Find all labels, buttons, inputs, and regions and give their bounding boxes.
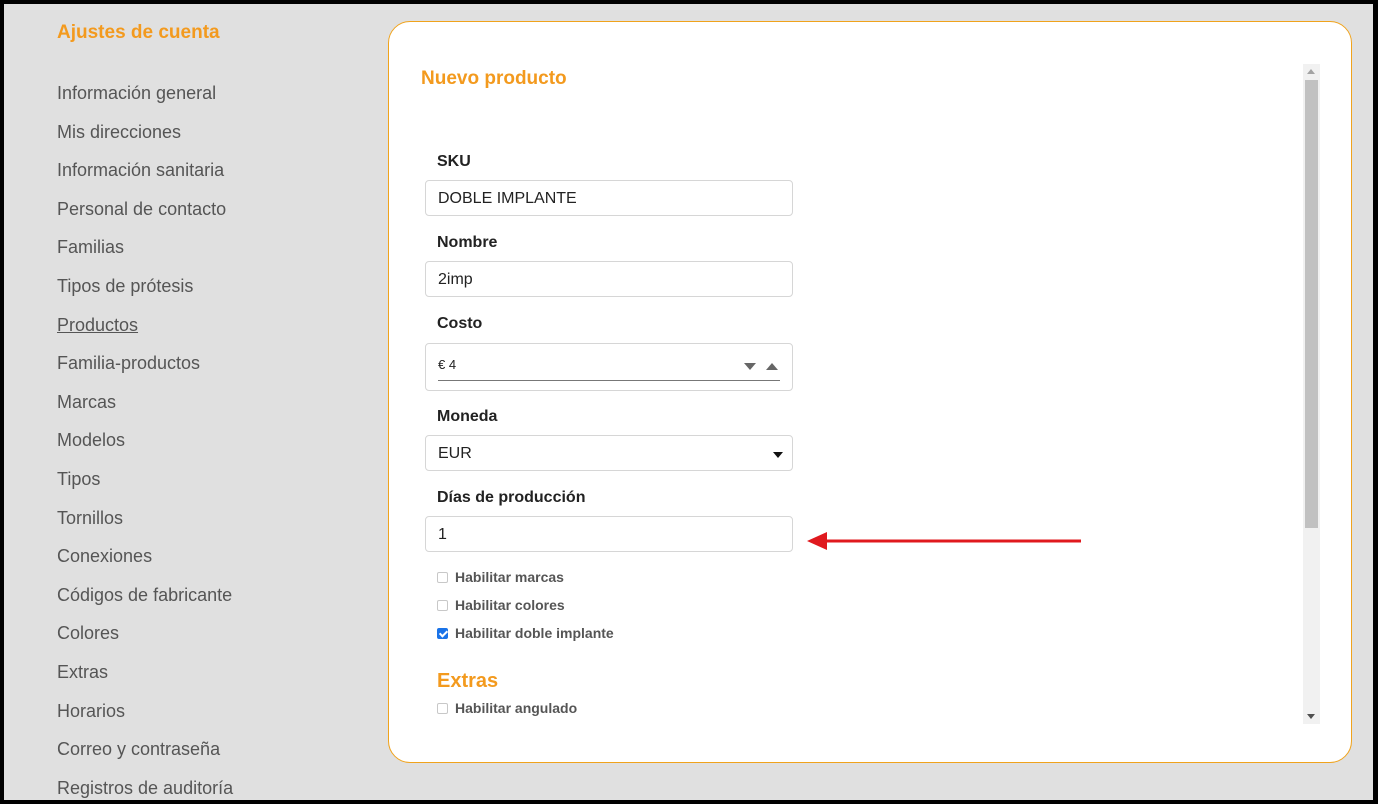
- sidebar-item-marcas[interactable]: Marcas: [57, 390, 233, 429]
- checkbox-label: Habilitar angulado: [455, 700, 578, 716]
- scrollbar-thumb[interactable]: [1305, 80, 1318, 528]
- scroll-up-icon[interactable]: [1307, 69, 1315, 74]
- moneda-label: Moneda: [437, 408, 498, 425]
- nombre-label: Nombre: [437, 234, 498, 251]
- sidebar-item-registros-de-auditoria[interactable]: Registros de auditoría: [57, 776, 233, 800]
- sidebar-item-informacion-sanitaria[interactable]: Información sanitaria: [57, 158, 233, 197]
- new-product-card: Nuevo producto SKU DOBLE IMPLANTE Nombre…: [388, 21, 1352, 763]
- costo-label: Costo: [437, 315, 483, 332]
- checkbox-label: Habilitar doble implante: [455, 625, 614, 641]
- sidebar-nav: Información general Mis direcciones Info…: [57, 81, 233, 800]
- vertical-scrollbar[interactable]: [1303, 64, 1320, 724]
- sidebar-item-modelos[interactable]: Modelos: [57, 428, 233, 467]
- annotation-arrow-icon: [807, 530, 1083, 557]
- checkbox-unchecked-icon[interactable]: [437, 572, 448, 583]
- sidebar-item-familias[interactable]: Familias: [57, 235, 233, 274]
- dias-produccion-input[interactable]: 1: [425, 516, 793, 552]
- sidebar-item-tornillos[interactable]: Tornillos: [57, 506, 233, 545]
- moneda-value: EUR: [438, 445, 472, 462]
- checkbox-unchecked-icon[interactable]: [437, 600, 448, 611]
- nombre-input[interactable]: 2imp: [425, 261, 793, 297]
- checkbox-unchecked-icon[interactable]: [437, 703, 448, 714]
- sidebar-item-informacion-general[interactable]: Información general: [57, 81, 233, 120]
- scroll-down-icon[interactable]: [1307, 714, 1315, 719]
- sidebar-item-correo-y-contrasena[interactable]: Correo y contraseña: [57, 737, 233, 776]
- costo-value: € 4: [438, 357, 457, 372]
- increment-icon[interactable]: [766, 363, 778, 370]
- sidebar-item-productos[interactable]: Productos: [57, 313, 233, 352]
- sidebar-title: Ajustes de cuenta: [57, 22, 220, 43]
- sidebar-item-colores[interactable]: Colores: [57, 621, 233, 660]
- sidebar-item-mis-direcciones[interactable]: Mis direcciones: [57, 120, 233, 159]
- costo-input[interactable]: € 4: [425, 343, 793, 391]
- card-title: Nuevo producto: [421, 68, 567, 89]
- dias-produccion-value: 1: [438, 526, 447, 543]
- dias-produccion-label: Días de producción: [437, 489, 586, 506]
- sidebar-item-extras[interactable]: Extras: [57, 660, 233, 699]
- sku-label: SKU: [437, 153, 471, 170]
- checkbox-checked-icon[interactable]: [437, 628, 448, 639]
- sidebar-item-tipos-de-protesis[interactable]: Tipos de prótesis: [57, 274, 233, 313]
- sidebar-item-codigos-de-fabricante[interactable]: Códigos de fabricante: [57, 583, 233, 622]
- sidebar-item-familia-productos[interactable]: Familia-productos: [57, 351, 233, 390]
- sku-value: DOBLE IMPLANTE: [438, 190, 577, 207]
- sidebar-item-conexiones[interactable]: Conexiones: [57, 544, 233, 583]
- caret-down-icon: [773, 452, 783, 458]
- sidebar-item-tipos[interactable]: Tipos: [57, 467, 233, 506]
- decrement-icon[interactable]: [744, 363, 756, 370]
- moneda-select[interactable]: EUR: [425, 435, 793, 471]
- costo-underline: [438, 380, 780, 381]
- extras-section-title: Extras: [437, 670, 499, 692]
- page-frame: Ajustes de cuenta Información general Mi…: [4, 4, 1373, 800]
- checkbox-label: Habilitar colores: [455, 597, 565, 613]
- sidebar-item-horarios[interactable]: Horarios: [57, 699, 233, 738]
- sku-input[interactable]: DOBLE IMPLANTE: [425, 180, 793, 216]
- checkbox-label: Habilitar marcas: [455, 569, 564, 585]
- sidebar-item-personal-de-contacto[interactable]: Personal de contacto: [57, 197, 233, 236]
- nombre-value: 2imp: [438, 271, 473, 288]
